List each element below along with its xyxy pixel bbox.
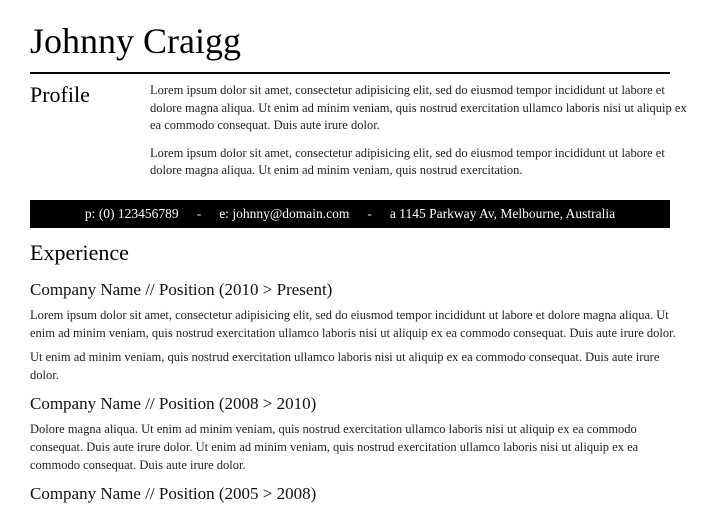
contact-sep: -	[367, 206, 372, 222]
contact-email: e: johnny@domain.com	[219, 206, 349, 222]
divider	[30, 72, 670, 74]
job-paragraph: Dolore magna aliqua. Ut enim ad minim ve…	[30, 420, 690, 474]
job-entry: Company Name // Position (2008 > 2010) D…	[30, 394, 690, 474]
profile-heading: Profile	[30, 82, 130, 190]
contact-phone: p: (0) 123456789	[85, 206, 179, 222]
contact-sep: -	[197, 206, 202, 222]
address-label: a	[390, 206, 396, 221]
job-title: Company Name // Position (2005 > 2008)	[30, 484, 690, 504]
profile-paragraph: Lorem ipsum dolor sit amet, consectetur …	[150, 82, 690, 135]
job-paragraph: Ut enim ad minim veniam, quis nostrud ex…	[30, 348, 690, 384]
resume-name: Johnny Craigg	[30, 20, 690, 62]
job-body: Lorem ipsum dolor sit amet, consectetur …	[30, 306, 690, 385]
job-paragraph: Lorem ipsum dolor sit amet, consectetur …	[30, 306, 690, 342]
job-entry: Company Name // Position (2010 > Present…	[30, 280, 690, 385]
email-label: e:	[219, 206, 229, 221]
experience-heading: Experience	[30, 240, 690, 266]
job-entry: Company Name // Position (2005 > 2008)	[30, 484, 690, 504]
contact-address: a 1145 Parkway Av, Melbourne, Australia	[390, 206, 615, 222]
address-value: 1145 Parkway Av, Melbourne, Australia	[399, 206, 615, 221]
job-title: Company Name // Position (2010 > Present…	[30, 280, 690, 300]
phone-value: (0) 123456789	[99, 206, 179, 221]
job-title: Company Name // Position (2008 > 2010)	[30, 394, 690, 414]
profile-body: Lorem ipsum dolor sit amet, consectetur …	[150, 82, 690, 190]
email-value: johnny@domain.com	[232, 206, 349, 221]
profile-paragraph: Lorem ipsum dolor sit amet, consectetur …	[150, 145, 690, 180]
profile-section: Profile Lorem ipsum dolor sit amet, cons…	[30, 82, 690, 190]
contact-bar: p: (0) 123456789 - e: johnny@domain.com …	[30, 200, 670, 228]
phone-label: p:	[85, 206, 96, 221]
job-body: Dolore magna aliqua. Ut enim ad minim ve…	[30, 420, 690, 474]
